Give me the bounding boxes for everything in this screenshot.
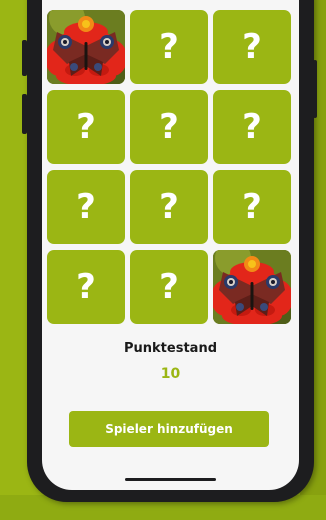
memory-card-hidden[interactable]: ? xyxy=(213,90,291,164)
question-mark-label: ? xyxy=(159,267,179,307)
memory-card-hidden[interactable]: ? xyxy=(130,90,208,164)
memory-card-hidden[interactable]: ? xyxy=(47,170,125,244)
memory-card-revealed[interactable] xyxy=(47,10,125,84)
memory-card-revealed[interactable] xyxy=(213,250,291,324)
memory-card-hidden[interactable]: ? xyxy=(130,10,208,84)
question-mark-label: ? xyxy=(242,107,262,147)
question-mark-label: ? xyxy=(159,187,179,227)
question-mark-label: ? xyxy=(159,27,179,67)
memory-card-hidden[interactable]: ? xyxy=(213,170,291,244)
phone-power-button xyxy=(313,60,317,118)
butterfly-on-flower-icon xyxy=(47,10,125,84)
question-mark-label: ? xyxy=(76,187,96,227)
memory-card-grid: ?????????? xyxy=(47,10,293,324)
memory-card-hidden[interactable]: ? xyxy=(47,90,125,164)
phone-side-button-upper xyxy=(22,40,27,76)
question-mark-label: ? xyxy=(76,267,96,307)
question-mark-label: ? xyxy=(76,107,96,147)
memory-card-hidden[interactable]: ? xyxy=(213,10,291,84)
add-player-button[interactable]: Spieler hinzufügen xyxy=(69,411,269,447)
score-value: 10 xyxy=(160,366,181,382)
home-indicator xyxy=(125,478,216,481)
score-label: Punktestand xyxy=(124,341,217,356)
question-mark-label: ? xyxy=(242,187,262,227)
memory-card-hidden[interactable]: ? xyxy=(130,250,208,324)
butterfly-on-flower-icon xyxy=(213,250,291,324)
stage: ?????????? Punktestand 10 Spieler hinzuf… xyxy=(0,0,326,520)
question-mark-label: ? xyxy=(159,107,179,147)
memory-card-hidden[interactable]: ? xyxy=(47,250,125,324)
app-screen: ?????????? Punktestand 10 Spieler hinzuf… xyxy=(42,0,299,490)
memory-card-hidden[interactable]: ? xyxy=(130,170,208,244)
question-mark-label: ? xyxy=(242,27,262,67)
phone-side-button-lower xyxy=(22,94,27,134)
